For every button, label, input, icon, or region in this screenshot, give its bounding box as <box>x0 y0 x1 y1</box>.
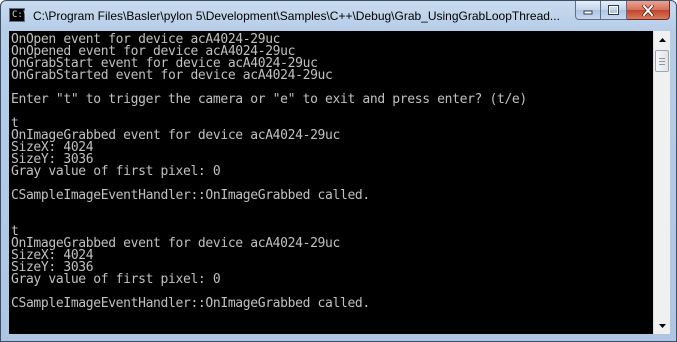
console-output[interactable]: OnOpen event for device acA4024-29uc OnO… <box>9 31 653 334</box>
scroll-up-button[interactable] <box>654 31 670 48</box>
console-line: Gray value of first pixel: 0 <box>11 272 221 287</box>
console-line: OnGrabStarted event for device acA4024-2… <box>11 68 333 83</box>
maximize-button[interactable] <box>601 1 627 20</box>
console-window-icon[interactable]: C:\ <box>9 8 29 22</box>
caption-buttons <box>575 1 670 21</box>
console-line: Gray value of first pixel: 0 <box>11 164 221 179</box>
close-icon <box>642 4 654 16</box>
maximize-icon <box>608 5 619 15</box>
thumb-grip <box>659 58 665 59</box>
scroll-up-arrow-icon <box>658 37 666 42</box>
minimize-icon <box>583 10 593 15</box>
scroll-down-arrow-icon <box>658 323 666 328</box>
thumb-grip <box>659 64 665 65</box>
console-line: CSampleImageEventHandler::OnImageGrabbed… <box>11 188 370 203</box>
close-button[interactable] <box>627 1 670 20</box>
scrollbar-thumb[interactable] <box>655 50 669 72</box>
console-line: OnOpen event for device acA4024-29uc <box>11 32 281 47</box>
console-line: t <box>11 116 19 131</box>
console-line: Enter "t" to trigger the camera or "e" t… <box>11 92 527 107</box>
console-line: OnImageGrabbed event for device acA4024-… <box>11 128 340 143</box>
console-line: CSampleImageEventHandler::OnImageGrabbed… <box>11 296 370 311</box>
console-window: C:\ C:\Program Files\Basler\pylon 5\Deve… <box>0 0 677 342</box>
console-line: t <box>11 224 19 239</box>
console-line: OnImageGrabbed event for device acA4024-… <box>11 236 340 251</box>
console-line: SizeY: 3036 <box>11 152 94 167</box>
minimize-button[interactable] <box>575 1 601 20</box>
vertical-scrollbar[interactable] <box>653 31 670 334</box>
title-bar[interactable]: C:\ C:\Program Files\Basler\pylon 5\Deve… <box>1 1 676 30</box>
scroll-down-button[interactable] <box>654 317 670 334</box>
console-lines: OnOpen event for device acA4024-29uc OnO… <box>11 32 527 320</box>
window-title: C:\Program Files\Basler\pylon 5\Developm… <box>33 9 560 23</box>
console-icon-glyph: C:\ <box>12 10 29 20</box>
thumb-grip <box>659 61 665 62</box>
console-line: OnGrabStart event for device acA4024-29u… <box>11 56 318 71</box>
console-line: SizeY: 3036 <box>11 260 94 275</box>
console-line: OnOpened event for device acA4024-29uc <box>11 44 296 59</box>
